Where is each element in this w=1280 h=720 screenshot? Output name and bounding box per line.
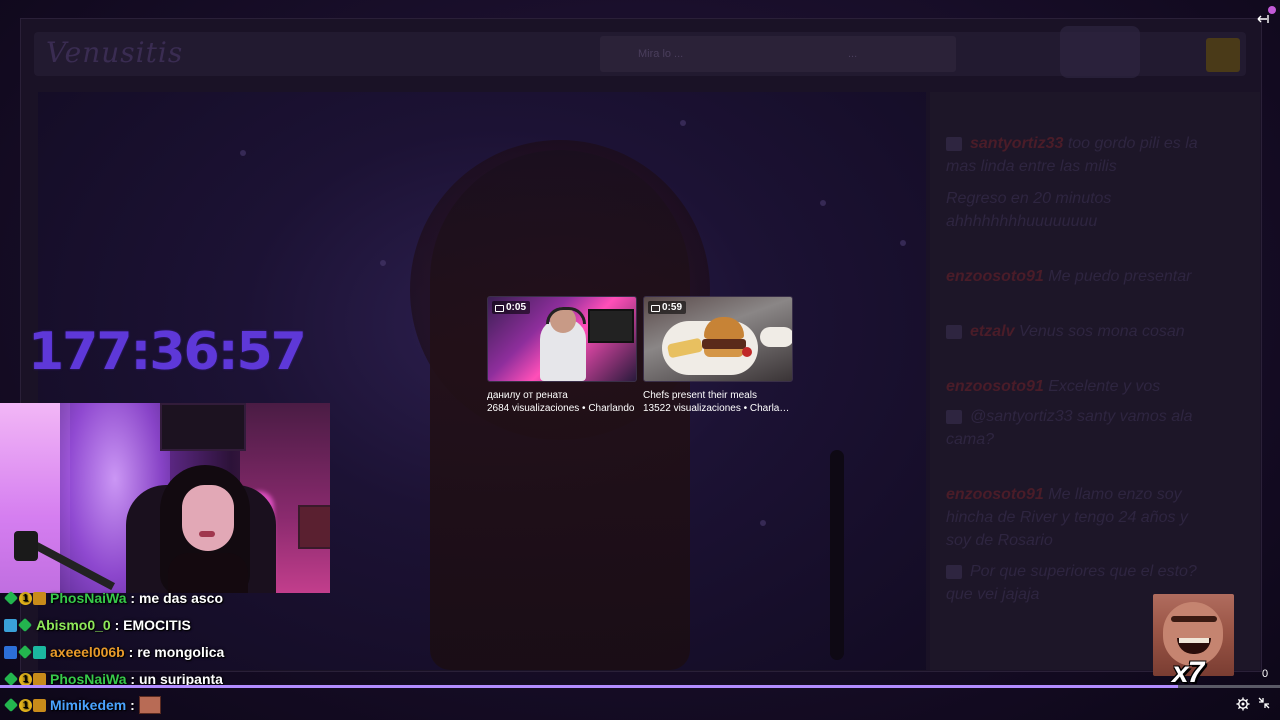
user-badges: 1 — [3, 671, 46, 687]
background-chat-line: enzoosoto91 Excelente y vos — [946, 378, 1161, 395]
monitor — [588, 309, 634, 343]
webcam-feed — [0, 403, 330, 593]
crown-badge-icon — [33, 672, 46, 686]
star — [820, 200, 826, 206]
crown-badge-icon — [33, 698, 46, 712]
star — [900, 240, 906, 246]
blue-badge-icon — [4, 645, 17, 659]
stream-timer: 177:36:57 — [28, 322, 307, 382]
background-chat-line: etzalv Venus sos mona cosan — [946, 320, 1216, 343]
ketchup — [742, 347, 752, 357]
video-title[interactable]: Chefs present their meals — [643, 390, 793, 401]
chat-username[interactable]: Abismo0_0 — [36, 617, 111, 633]
exit-arrow-icon[interactable] — [1256, 12, 1270, 26]
one-badge-icon: 1 — [19, 672, 32, 686]
wall-shelf — [298, 505, 330, 549]
chat-message: 1 Mimikedem : — [3, 694, 161, 716]
background-chat-line: santyortiz33 too gordo pili es la mas li… — [946, 135, 1198, 175]
microphone — [14, 531, 38, 561]
chat-text: me das asco — [138, 590, 224, 606]
wall-frame — [160, 403, 246, 451]
chat-username[interactable]: Mimikedem — [50, 697, 126, 713]
chat-text: re mongolica — [137, 644, 225, 660]
chat-emote — [138, 696, 161, 714]
crown-badge-icon — [33, 591, 46, 605]
collapse-icon[interactable] — [1258, 697, 1270, 709]
one-badge-icon: 1 — [19, 591, 32, 605]
suggested-video-card[interactable]: 0:05 данилу от рената 2684 visualizacion… — [487, 296, 637, 414]
user-badges: 1 — [3, 590, 46, 606]
gear-icon[interactable] — [1236, 697, 1250, 711]
video-meta: 2684 visualizaciones • Charlando — [487, 403, 635, 414]
star — [380, 260, 386, 266]
diamond-badge-icon — [3, 590, 19, 606]
suggested-video-card[interactable]: 0:59 Chefs present their meals 13522 vis… — [643, 296, 793, 414]
cube-badge-icon — [4, 618, 17, 632]
video-duration: 0:59 — [648, 301, 687, 314]
star — [760, 520, 766, 526]
chat-message: Abismo0_0 : EMOCITIS — [4, 614, 191, 636]
side-plate — [760, 327, 792, 347]
video-duration: 0:05 — [492, 301, 531, 314]
diamond-badge-icon — [3, 697, 19, 713]
video-meta: 13522 visualizaciones • Charlan... — [643, 403, 793, 414]
chat-username[interactable]: PhosNaiWa — [50, 590, 127, 606]
diamond-badge-icon — [17, 644, 33, 660]
diamond-badge-icon — [3, 671, 19, 687]
header-search-hint: Mira lo ... — [638, 48, 684, 60]
chat-text: EMOCITIS — [123, 617, 191, 633]
meme-brow — [1171, 616, 1217, 622]
video-title[interactable]: данилу от рената — [487, 390, 637, 401]
pixel-cat-decoration — [1060, 26, 1140, 78]
meme-emote-count: x7 — [1172, 656, 1204, 689]
burger-bottom — [704, 349, 744, 357]
star — [680, 120, 686, 126]
video-thumbnail[interactable]: 0:59 — [643, 296, 793, 382]
streamer-face — [182, 485, 234, 551]
chat-separator: : — [130, 697, 135, 713]
video-thumbnail[interactable]: 0:05 — [487, 296, 637, 382]
teal-badge-icon — [33, 645, 46, 659]
background-chat-line: @santyortiz33 santy vamos ala cama? — [946, 408, 1193, 448]
chat-message: axeeel006b : re mongolica — [4, 641, 224, 663]
diamond-badge-icon — [17, 617, 33, 633]
chat-username[interactable]: axeeel006b — [50, 644, 125, 660]
mic-stand — [830, 450, 844, 660]
background-chat-line: Regreso en 20 minutos ahhhhhhhhuuuuuuuu — [946, 190, 1112, 230]
chat-separator: : — [128, 644, 134, 660]
channel-logo: Venusitis — [46, 36, 184, 69]
burger-patty — [702, 339, 746, 349]
one-badge-icon: 1 — [19, 698, 32, 712]
user-badges: 1 — [3, 697, 46, 713]
meme-teeth — [1179, 638, 1209, 643]
progress-count: 0 — [1262, 668, 1269, 680]
chat-separator: : — [130, 590, 136, 606]
user-badges — [4, 644, 46, 660]
chat-separator: : — [114, 617, 120, 633]
progress-fill — [0, 685, 1178, 688]
background-chat-line: enzoosoto91 Me llamo enzo soy hincha de … — [946, 486, 1188, 549]
headphones — [546, 307, 586, 324]
burger-bun — [704, 317, 744, 339]
header-search-hint-2: ... — [848, 48, 858, 60]
user-badges — [4, 617, 33, 633]
star — [240, 150, 246, 156]
streamer-lips — [199, 531, 215, 537]
chat-message: 1 PhosNaiWa : me das asco — [3, 587, 224, 609]
header-badge — [1206, 38, 1240, 72]
background-chat-line: enzoosoto91 Me puedo presentar — [946, 268, 1192, 285]
